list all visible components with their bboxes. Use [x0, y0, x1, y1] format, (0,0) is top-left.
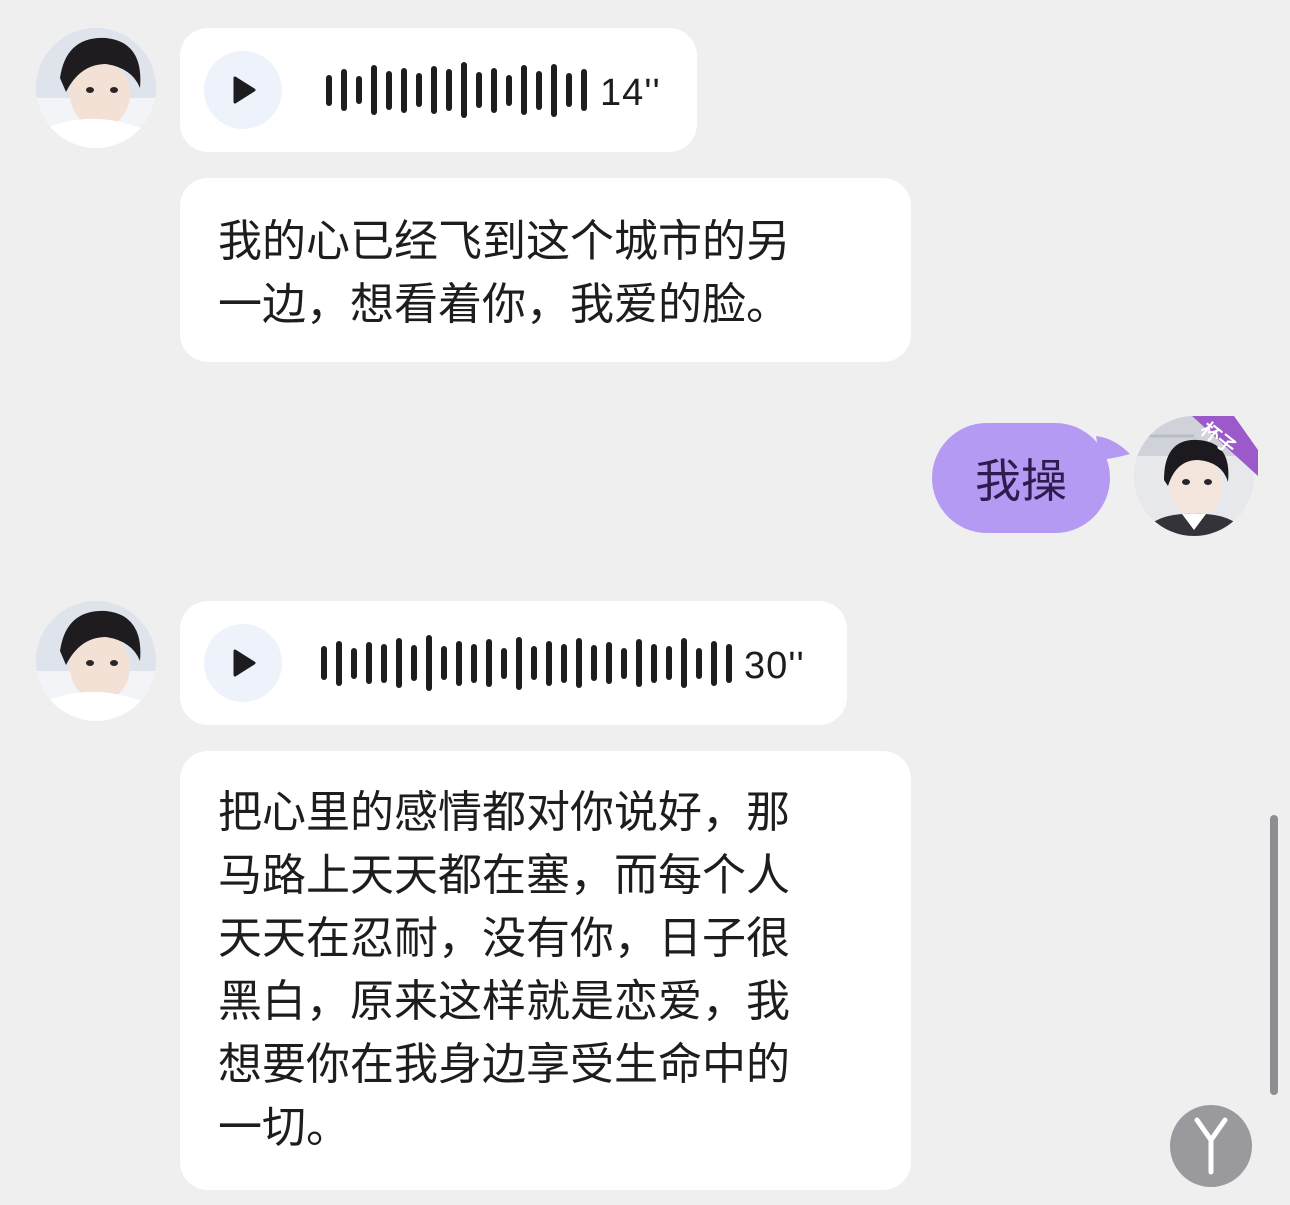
message-text: 我操	[975, 454, 1067, 508]
voice-message-bubble[interactable]: 30''	[180, 601, 847, 725]
waveform-bar	[621, 647, 627, 679]
scroll-to-bottom-button[interactable]	[1170, 1105, 1252, 1187]
waveform-bar	[501, 647, 507, 679]
voice-duration: 14''	[600, 72, 661, 114]
waveform-bar	[516, 636, 522, 690]
waveform-bar	[366, 642, 372, 684]
message-line: 想要你在我身边享受生命中的	[218, 1039, 790, 1090]
message-line: 一边，想看着你，我爱的脸。	[218, 279, 790, 330]
waveform-bar	[546, 640, 552, 686]
waveform-bar	[726, 643, 732, 683]
waveform-bar	[491, 67, 497, 113]
waveform-bar	[321, 646, 327, 680]
waveform-bar	[506, 74, 512, 106]
waveform-bar	[576, 638, 582, 688]
voice-duration: 30''	[744, 645, 805, 687]
waveform-bar	[416, 73, 422, 107]
waveform-bar	[386, 70, 392, 110]
waveform-bar	[536, 70, 542, 110]
play-icon	[233, 649, 256, 677]
waveform-bar	[606, 642, 612, 684]
waveform-bar	[521, 65, 527, 115]
waveform-bar	[561, 643, 567, 683]
waveform-bar	[651, 643, 657, 683]
message-line: 把心里的感情都对你说好，那	[218, 787, 790, 838]
waveform-bar	[636, 639, 642, 687]
waveform-bar	[381, 643, 387, 683]
waveform-bar	[461, 62, 467, 118]
chevron-down-icon	[1194, 1117, 1228, 1175]
waveform-bar	[551, 63, 557, 117]
waveform-bar	[351, 647, 357, 679]
sent-message-bubble[interactable]: 我操	[932, 423, 1110, 533]
waveform-bar	[356, 76, 362, 104]
message-line: 我的心已经飞到这个城市的另	[218, 216, 790, 267]
play-button[interactable]	[204, 624, 282, 702]
scrollbar[interactable]	[1270, 815, 1278, 1095]
waveform-bar	[426, 635, 432, 691]
text-message-bubble[interactable]: 把心里的感情都对你说好，那 马路上天天都在塞，而每个人 天天在忍耐，没有你，日子…	[180, 751, 911, 1190]
voice-waveform	[326, 60, 596, 120]
waveform-bar	[401, 67, 407, 113]
message-line: 马路上天天都在塞，而每个人	[218, 850, 790, 901]
waveform-bar	[441, 646, 447, 680]
waveform-bar	[326, 74, 332, 106]
waveform-bar	[341, 69, 347, 111]
waveform-bar	[531, 646, 537, 680]
waveform-bar	[396, 638, 402, 688]
waveform-bar	[566, 73, 572, 107]
waveform-bar	[371, 65, 377, 115]
waveform-bar	[336, 640, 342, 686]
message-line: 一切。	[218, 1102, 350, 1153]
waveform-bar	[666, 646, 672, 680]
avatar-badge: 杯子	[1178, 416, 1258, 476]
waveform-bar	[681, 638, 687, 688]
waveform-bar	[446, 69, 452, 111]
play-button[interactable]	[204, 51, 282, 129]
waveform-bar	[696, 647, 702, 679]
message-line: 黑白，原来这样就是恋爱，我	[218, 976, 790, 1027]
voice-message-bubble[interactable]: 14''	[180, 28, 697, 152]
contact-avatar[interactable]	[36, 28, 156, 148]
bubble-tail	[1096, 436, 1130, 460]
waveform-bar	[431, 66, 437, 114]
text-message-bubble[interactable]: 我的心已经飞到这个城市的另 一边，想看着你，我爱的脸。	[180, 178, 911, 362]
waveform-bar	[411, 645, 417, 681]
waveform-bar	[456, 640, 462, 686]
waveform-bar	[711, 640, 717, 686]
waveform-bar	[476, 72, 482, 108]
contact-avatar[interactable]	[36, 601, 156, 721]
play-icon	[233, 76, 256, 104]
voice-waveform	[321, 633, 741, 693]
waveform-bar	[591, 645, 597, 681]
waveform-bar	[486, 639, 492, 687]
waveform-bar	[581, 69, 587, 111]
waveform-bar	[471, 643, 477, 683]
chat-thread: 14'' 我的心已经飞到这个城市的另 一边，想看着你，我爱的脸。 我操 杯子 3…	[0, 0, 1290, 1205]
message-line: 天天在忍耐，没有你，日子很	[218, 913, 790, 964]
